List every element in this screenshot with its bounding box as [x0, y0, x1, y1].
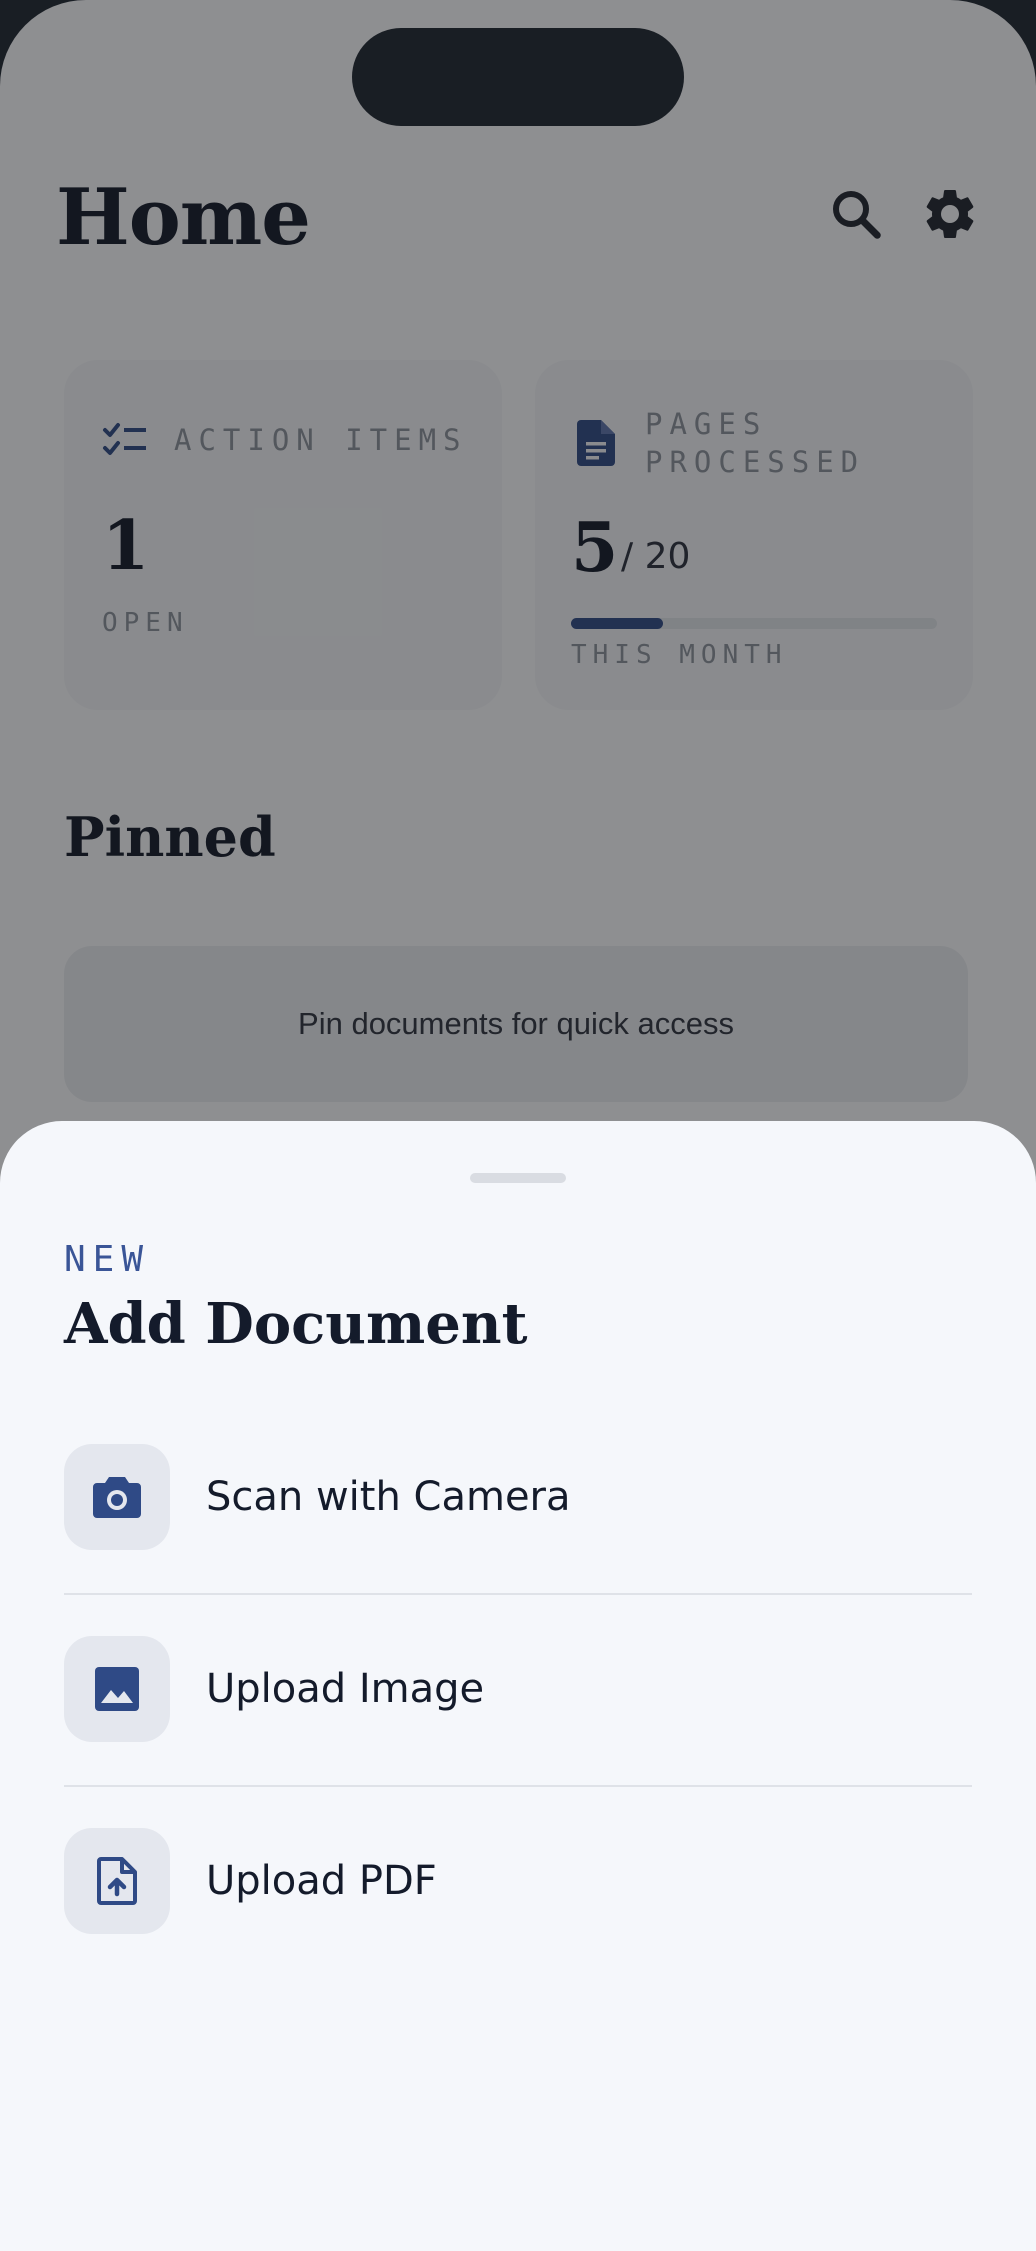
scan-with-camera-option[interactable]: Scan with Camera	[64, 1444, 972, 1550]
sheet-eyebrow: NEW	[64, 1239, 151, 1280]
upload-pdf-option[interactable]: Upload PDF	[64, 1828, 972, 1934]
add-document-sheet: NEW Add Document Scan with Camera Upload…	[0, 1121, 1036, 2251]
upload-image-option[interactable]: Upload Image	[64, 1636, 972, 1742]
camera-icon	[64, 1444, 170, 1550]
upload-pdf-label: Upload PDF	[206, 1858, 437, 1904]
sheet-title: Add Document	[64, 1291, 528, 1357]
scan-with-camera-label: Scan with Camera	[206, 1474, 571, 1520]
option-divider	[64, 1593, 972, 1595]
option-divider	[64, 1785, 972, 1787]
upload-image-label: Upload Image	[206, 1666, 485, 1712]
image-icon	[64, 1636, 170, 1742]
sheet-drag-handle[interactable]	[470, 1173, 566, 1183]
file-upload-icon	[64, 1828, 170, 1934]
